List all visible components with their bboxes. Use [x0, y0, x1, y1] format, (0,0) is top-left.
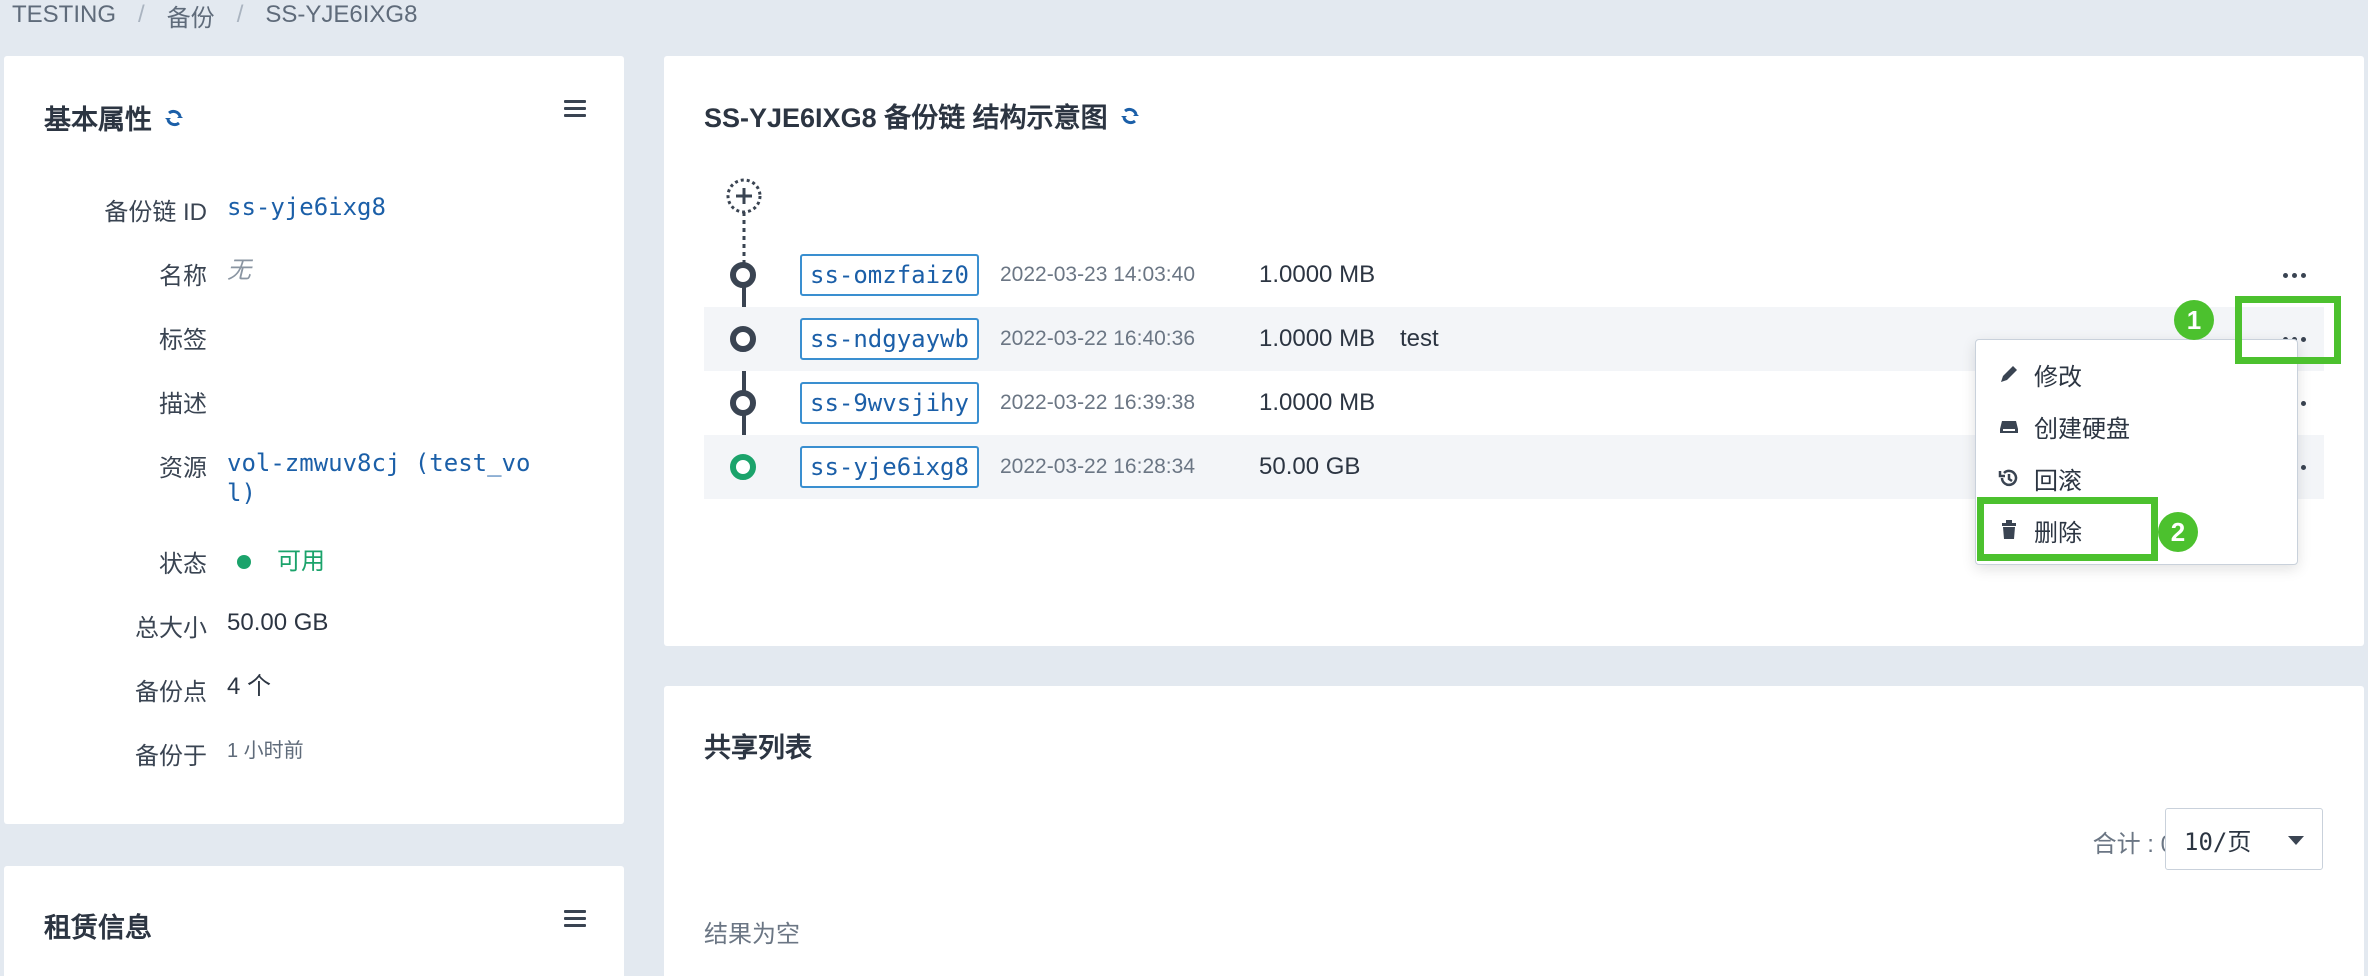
snapshot-time: 2022-03-22 16:39:38	[1000, 391, 1195, 414]
snapshot-size: 1.0000 MB	[1259, 389, 1376, 416]
prop-label: 状态	[159, 551, 207, 578]
prop-label: 备份链 ID	[104, 199, 207, 226]
share-list-card: 共享列表 合计 : 0 结果为空	[664, 686, 2364, 976]
backup-chain-id-link[interactable]: ss-yje6ixg8	[227, 192, 567, 227]
prop-label: 名称	[159, 263, 207, 290]
chain-node-icon	[730, 262, 756, 288]
prop-row-backup-time: 备份于 1 小时前	[4, 736, 624, 771]
prop-row-tags: 标签	[4, 320, 624, 355]
prop-value-backup-time: 1 小时前	[227, 740, 304, 762]
properties-menu-icon[interactable]	[564, 100, 586, 120]
prop-value-name: 无	[227, 257, 251, 284]
prop-value-count: 4 个	[227, 673, 272, 700]
pencil-icon	[2001, 366, 2017, 382]
breadcrumb-current: SS-YJE6IXG8	[265, 1, 418, 28]
breadcrumb-backup[interactable]: 备份	[167, 0, 215, 33]
prop-label: 资源	[159, 455, 207, 482]
refresh-icon[interactable]	[1118, 104, 1142, 128]
menu-item-create-disk[interactable]: 创建硬盘	[1976, 400, 2297, 452]
breadcrumb-separator: /	[236, 1, 244, 28]
lease-menu-icon[interactable]	[564, 910, 586, 930]
prop-row-resource: 资源 vol-zmwuv8cj (test_vol)	[4, 448, 624, 508]
snapshot-size: 1.0000 MB	[1259, 261, 1376, 288]
lease-card: 租赁信息	[4, 866, 624, 976]
breadcrumb-separator: /	[138, 1, 145, 28]
resource-link[interactable]: vol-zmwuv8cj (test_vol)	[227, 448, 547, 508]
lease-title: 租赁信息	[44, 913, 152, 943]
history-icon	[1998, 469, 2018, 487]
snapshot-id-link[interactable]: ss-yje6ixg8	[800, 446, 979, 488]
page-size-value: 10/页	[2184, 827, 2252, 856]
snapshot-row: ss-omzfaiz0 2022-03-23 14:03:40 1.0000 M…	[704, 243, 2324, 307]
prop-row-name: 名称 无	[4, 256, 624, 291]
snapshot-id-link[interactable]: ss-omzfaiz0	[800, 254, 979, 296]
prop-row-status: 状态 可用	[4, 544, 624, 579]
properties-title: 基本属性	[44, 105, 152, 135]
breadcrumb-project[interactable]: TESTING	[12, 1, 116, 29]
prop-label: 备份点	[135, 679, 207, 706]
snapshot-size: 1.0000 MB	[1259, 325, 1376, 352]
breadcrumb: TESTING / 备份 / SS-YJE6IXG8	[12, 0, 418, 33]
menu-item-label: 修改	[2034, 363, 2082, 391]
prop-label: 标签	[159, 327, 207, 354]
share-list-title: 共享列表	[704, 733, 812, 763]
chain-node-icon	[730, 390, 756, 416]
more-actions-button[interactable]	[2264, 255, 2324, 295]
chain-title-wrap: SS-YJE6IXG8 备份链 结构示意图	[704, 96, 1142, 135]
prop-value-tags	[227, 320, 567, 355]
prop-row-size: 总大小 50.00 GB	[4, 608, 624, 643]
properties-title-wrap: 基本属性	[44, 98, 186, 137]
share-empty-text: 结果为空	[704, 921, 800, 948]
refresh-icon[interactable]	[162, 106, 186, 130]
status-dot-icon	[237, 554, 251, 569]
share-total: 合计 : 0	[2092, 831, 2174, 858]
snapshot-time: 2022-03-22 16:28:34	[1000, 455, 1195, 478]
snapshot-id-link[interactable]: ss-9wvsjihy	[800, 382, 979, 424]
annotation-highlight-more	[2235, 296, 2341, 364]
snapshot-time: 2022-03-23 14:03:40	[1000, 263, 1195, 286]
prop-label: 备份于	[135, 743, 207, 770]
page-size-select[interactable]: 10/页	[2165, 808, 2323, 870]
snapshot-id-link[interactable]: ss-ndgyaywb	[800, 318, 979, 360]
prop-row-count: 备份点 4 个	[4, 672, 624, 707]
prop-row-id: 备份链 ID ss-yje6ixg8	[4, 192, 624, 227]
menu-item-label: 回滚	[2034, 467, 2082, 495]
prop-value-desc	[227, 384, 567, 419]
snapshot-time: 2022-03-22 16:40:36	[1000, 327, 1195, 350]
chain-node-icon	[730, 326, 756, 352]
annotation-highlight-delete	[1977, 497, 2158, 561]
menu-item-label: 创建硬盘	[2034, 415, 2130, 443]
status-text: 可用	[277, 547, 325, 575]
annotation-badge-2: 2	[2158, 512, 2198, 552]
prop-row-desc: 描述	[4, 384, 624, 419]
status-value: 可用	[227, 544, 567, 579]
chevron-down-icon	[2288, 836, 2304, 845]
properties-card: 基本属性 备份链 ID ss-yje6ixg8 名称 无 标签 描述 资源 vo…	[4, 56, 624, 824]
chain-title: SS-YJE6IXG8 备份链 结构示意图	[704, 103, 1108, 133]
annotation-badge-1: 1	[2174, 300, 2214, 340]
snapshot-size: 50.00 GB	[1259, 453, 1361, 480]
disk-icon	[2000, 421, 2018, 433]
chain-node-icon	[730, 454, 756, 480]
prop-value-size: 50.00 GB	[227, 609, 329, 636]
prop-label: 描述	[159, 391, 207, 418]
snapshot-desc: test	[1400, 325, 1439, 352]
prop-label: 总大小	[135, 615, 207, 642]
